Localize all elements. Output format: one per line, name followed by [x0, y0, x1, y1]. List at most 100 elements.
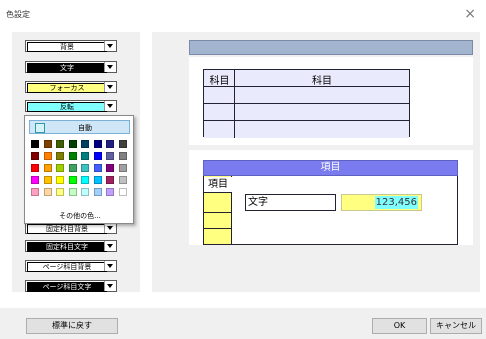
color-swatch[interactable] — [93, 188, 102, 196]
table-cell — [204, 87, 235, 103]
color-swatch: 固定科目文字 — [27, 242, 107, 252]
color-swatch[interactable] — [93, 152, 102, 160]
color-swatch[interactable] — [68, 140, 77, 148]
color-swatch[interactable] — [106, 152, 114, 160]
color-swatch[interactable] — [43, 140, 52, 148]
color-swatch[interactable] — [56, 164, 64, 172]
dropdown-arrow-icon[interactable] — [104, 223, 116, 233]
number-sample-text: 123,456 — [374, 196, 418, 209]
inverse-color-select[interactable]: 反転 — [25, 100, 117, 112]
color-swatch[interactable] — [93, 176, 102, 184]
auto-color-label: 自動 — [78, 124, 92, 132]
color-swatch[interactable] — [31, 188, 39, 196]
dropdown-arrow-icon[interactable] — [104, 261, 116, 271]
page-subject-text-select[interactable]: ページ科目文字 — [25, 280, 117, 292]
dropdown-arrow-icon[interactable] — [104, 41, 116, 51]
column-header-subject: 科目 — [209, 76, 230, 87]
color-swatch[interactable] — [68, 164, 77, 172]
column-header-subject-name: 科目 — [312, 76, 332, 87]
color-swatch[interactable] — [68, 188, 77, 196]
color-swatch[interactable] — [106, 140, 114, 148]
color-swatch[interactable] — [43, 152, 52, 160]
dropdown-arrow-icon[interactable] — [104, 241, 116, 251]
color-swatch[interactable] — [81, 140, 89, 148]
background-color-select[interactable]: 背景 — [25, 40, 117, 52]
color-swatch[interactable] — [118, 188, 127, 196]
color-swatch: 固定科目背景 — [27, 224, 107, 234]
divider — [204, 212, 232, 213]
color-swatch[interactable] — [56, 140, 64, 148]
table-cell — [204, 104, 235, 120]
dropdown-arrow-icon[interactable] — [104, 62, 116, 72]
color-swatch[interactable] — [68, 152, 77, 160]
combo-label: 固定科目文字 — [46, 243, 88, 251]
table-row — [204, 104, 409, 121]
page-subject-bg-select[interactable]: ページ科目背景 — [25, 260, 117, 272]
color-swatch[interactable] — [43, 188, 52, 196]
preview-header-bar — [189, 40, 473, 55]
color-swatch[interactable] — [81, 152, 89, 160]
combo-label: 反転 — [60, 103, 74, 111]
title-bar: 色設定 × — [0, 0, 486, 28]
color-swatch[interactable] — [118, 164, 127, 172]
color-swatch[interactable] — [118, 176, 127, 184]
color-swatch: 文字 — [27, 63, 107, 73]
color-swatch[interactable] — [43, 176, 52, 184]
color-swatch[interactable] — [106, 164, 114, 172]
color-swatch: フォーカス — [27, 83, 107, 93]
color-swatch[interactable] — [93, 140, 102, 148]
combo-label: 文字 — [60, 64, 74, 72]
color-swatch[interactable] — [106, 176, 114, 184]
table-cell — [204, 121, 235, 138]
color-swatch[interactable] — [31, 140, 39, 148]
item-row-header: 項目 — [204, 177, 232, 193]
color-swatch[interactable] — [56, 176, 64, 184]
cancel-button[interactable]: キャンセル — [430, 318, 482, 334]
color-swatch[interactable] — [118, 152, 127, 160]
auto-color-option[interactable]: 自動 — [29, 120, 130, 134]
combo-label: ページ科目文字 — [42, 283, 92, 291]
color-swatch[interactable] — [56, 188, 64, 196]
color-swatch[interactable] — [81, 176, 89, 184]
reset-defaults-button[interactable]: 標準に戻す — [26, 318, 118, 334]
color-swatch: ページ科目文字 — [27, 282, 107, 292]
color-swatch: ページ科目背景 — [27, 262, 107, 272]
fixed-subject-text-select[interactable]: 固定科目文字 — [25, 240, 117, 252]
color-swatch: 背景 — [27, 42, 107, 52]
combo-label: ページ科目背景 — [42, 263, 92, 271]
close-icon[interactable]: × — [464, 6, 476, 22]
more-colors-option[interactable]: その他の色... — [25, 211, 135, 221]
auto-color-swatch — [35, 123, 45, 133]
text-color-select[interactable]: 文字 — [25, 61, 117, 73]
text-sample-box: 文字 — [245, 194, 336, 211]
color-swatch: 反転 — [27, 102, 107, 112]
divider — [204, 228, 232, 229]
focus-color-select[interactable]: フォーカス — [25, 81, 117, 93]
color-swatch[interactable] — [106, 188, 114, 196]
table-row: 科目 科目 — [204, 70, 409, 87]
ok-button[interactable]: OK — [372, 318, 427, 334]
dropdown-arrow-icon[interactable] — [104, 82, 116, 92]
color-swatch[interactable] — [68, 176, 77, 184]
combo-label: 背景 — [60, 43, 74, 51]
color-palette-popup: 自動 その他の色... — [24, 115, 134, 224]
color-grid — [31, 140, 131, 196]
color-swatch[interactable] — [43, 164, 52, 172]
number-sample-box: 123,456 — [341, 194, 422, 211]
color-swatch[interactable] — [81, 188, 89, 196]
table-row — [204, 121, 409, 138]
combo-label: フォーカス — [49, 84, 85, 92]
color-swatch[interactable] — [56, 152, 64, 160]
color-swatch[interactable] — [31, 164, 39, 172]
color-swatch[interactable] — [93, 164, 102, 172]
subject-table: 科目 科目 — [203, 69, 410, 138]
table-row — [204, 87, 409, 104]
color-swatch[interactable] — [118, 140, 127, 148]
color-swatch[interactable] — [31, 176, 39, 184]
color-swatch[interactable] — [81, 164, 89, 172]
color-swatch[interactable] — [31, 152, 39, 160]
combo-label: 固定科目背景 — [46, 225, 88, 233]
dropdown-arrow-icon[interactable] — [104, 281, 116, 291]
window-title: 色設定 — [6, 10, 30, 19]
dropdown-arrow-icon[interactable] — [104, 101, 116, 111]
